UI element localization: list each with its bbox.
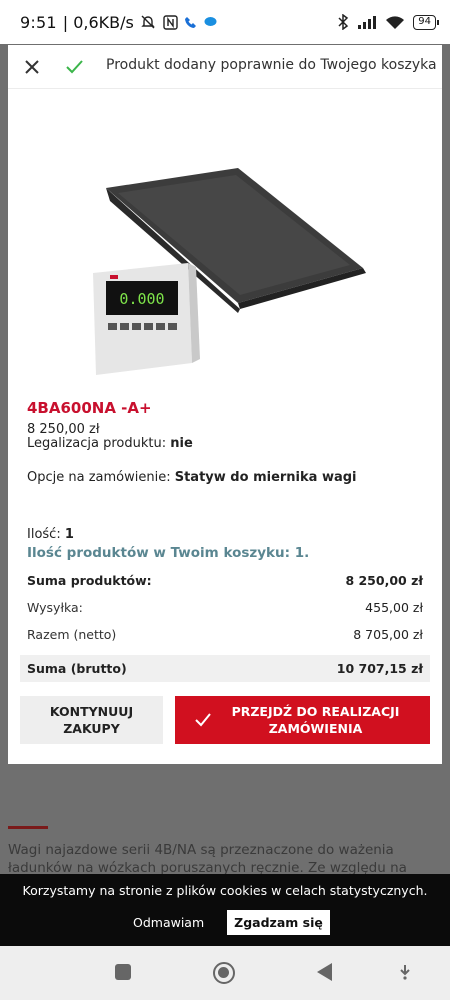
summary-label: Suma (brutto)	[27, 661, 127, 676]
product-price: 8 250,00 zł	[27, 422, 100, 437]
scale-display-digits: 0.000	[119, 290, 164, 308]
recent-apps-icon[interactable]	[115, 964, 131, 980]
summary-label: Suma produktów:	[27, 573, 152, 588]
cart-count-text: Ilość produktów w Twoim koszyku: 1.	[27, 545, 310, 561]
status-time: 9:51	[20, 12, 57, 32]
bluetooth-icon	[338, 14, 349, 30]
signal-icon	[358, 16, 377, 29]
summary-label: Razem (netto)	[27, 627, 117, 642]
summary-row: Razem (netto) 8 705,00 zł	[20, 621, 430, 648]
options-value: Statyw do miernika wagi	[174, 470, 357, 485]
check-icon	[66, 60, 83, 74]
summary-value: 8 705,00 zł	[353, 627, 423, 642]
hide-keyboard-icon[interactable]	[398, 964, 412, 980]
muted-bell-icon	[141, 15, 155, 29]
nfc-icon	[163, 14, 178, 30]
phone-icon	[184, 17, 196, 28]
wifi-icon	[386, 15, 405, 29]
battery-indicator: 94	[413, 14, 439, 30]
cookie-reject-button[interactable]: Odmawiam	[133, 915, 204, 930]
add-to-cart-modal: Produkt dodany poprawnie do Twojego kosz…	[8, 45, 442, 764]
summary-row: Wysyłka: 455,00 zł	[20, 594, 430, 621]
cookie-text: Korzystamy na stronie z plików cookies w…	[22, 883, 428, 898]
check-icon	[194, 713, 211, 727]
summary-row: Suma (brutto) 10 707,15 zł	[20, 655, 430, 682]
product-quantity: Ilość: 1	[27, 527, 74, 542]
status-notification-icons	[140, 14, 217, 30]
status-speed: | 0,6KB/s	[62, 12, 134, 32]
chat-icon	[204, 17, 217, 26]
close-icon[interactable]	[22, 57, 42, 77]
section-divider	[8, 826, 48, 829]
quantity-label: Ilość:	[27, 527, 61, 542]
product-name: 4BA600NA -A+	[27, 399, 152, 417]
status-system-icons: 94	[337, 14, 439, 30]
cookie-accept-button[interactable]: Zgadzam się	[227, 910, 330, 935]
continue-shopping-button[interactable]: KONTYNUUJ ZAKUPY	[20, 696, 163, 744]
product-options: Opcje na zamówienie: Statyw do miernika …	[27, 470, 357, 485]
summary-row: Suma produktów: 8 250,00 zł	[20, 567, 430, 594]
back-icon[interactable]	[317, 963, 332, 981]
options-label: Opcje na zamówienie:	[27, 470, 171, 485]
navigation-bar	[0, 946, 450, 1000]
modal-header: Produkt dodany poprawnie do Twojego kosz…	[8, 45, 442, 89]
legalization-label: Legalizacja produktu:	[27, 436, 167, 451]
product-legalization: Legalizacja produktu: nie	[27, 436, 193, 451]
status-bar: 9:51 | 0,6KB/s 94	[0, 0, 450, 44]
summary-label: Wysyłka:	[27, 600, 83, 615]
modal-title: Produkt dodany poprawnie do Twojego kosz…	[106, 57, 437, 73]
checkout-button-label: PRZEJDŹ DO REALIZACJI ZAMÓWIENIA	[231, 704, 400, 736]
home-icon[interactable]	[213, 962, 235, 984]
summary-value: 455,00 zł	[365, 600, 423, 615]
summary-value: 10 707,15 zł	[336, 661, 423, 676]
summary-value: 8 250,00 zł	[345, 573, 423, 588]
checkout-button[interactable]: PRZEJDŹ DO REALIZACJI ZAMÓWIENIA	[175, 696, 430, 744]
product-image: 0.000	[93, 168, 366, 375]
cookie-banner: Korzystamy na stronie z plików cookies w…	[0, 874, 450, 946]
legalization-value: nie	[170, 436, 193, 451]
quantity-value: 1	[64, 527, 74, 542]
